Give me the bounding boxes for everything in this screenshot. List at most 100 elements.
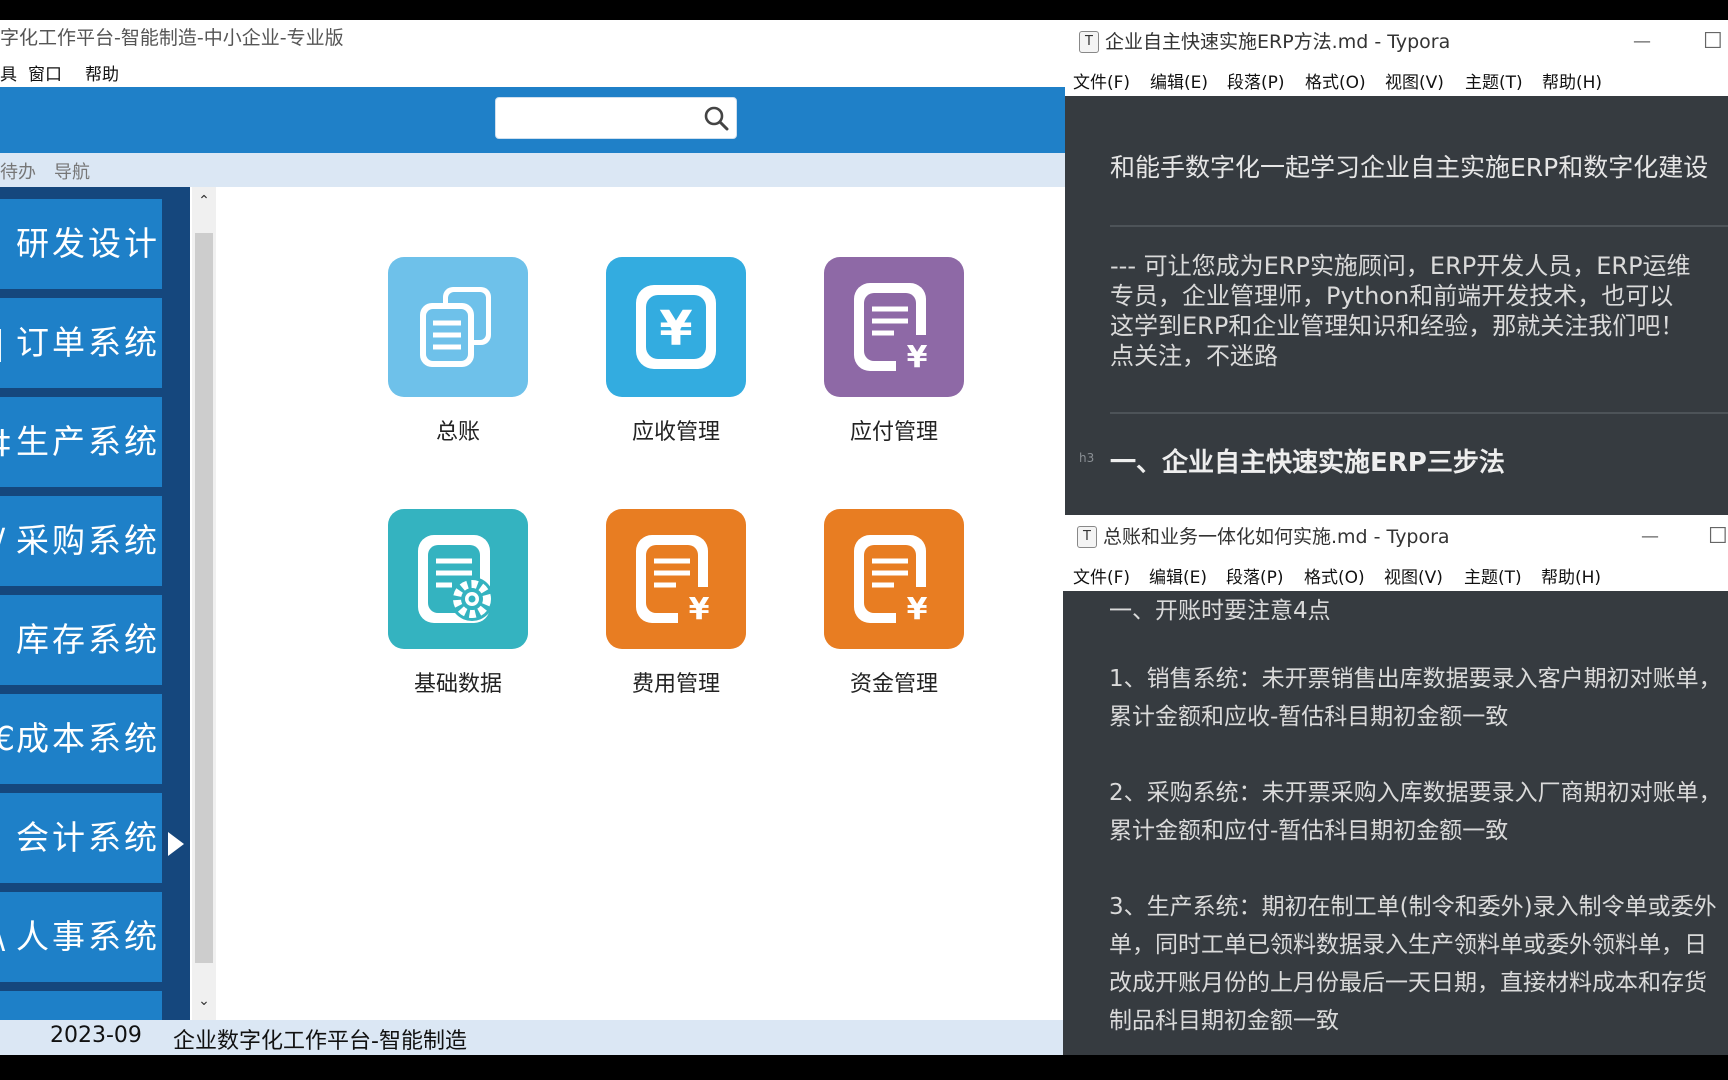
menu-theme[interactable]: 主题(T) bbox=[1464, 563, 1522, 588]
doc-line: 1、销售系统：未开票销售出库数据要录入客户期初对账单， bbox=[1109, 666, 1722, 692]
svg-text:¥: ¥ bbox=[907, 340, 928, 375]
module-payables[interactable]: ¥ bbox=[824, 257, 964, 397]
module-label: 应付管理 bbox=[849, 420, 938, 445]
bill-yuan-icon: ¥ bbox=[854, 283, 936, 375]
divider bbox=[1110, 225, 1728, 227]
module-receivables[interactable]: ¥ bbox=[606, 257, 746, 397]
menu-edit[interactable]: 编辑(E) bbox=[1150, 68, 1208, 93]
menu-view[interactable]: 视图(V) bbox=[1385, 68, 1444, 93]
sidebar-item-label: 会计系统 bbox=[16, 818, 160, 857]
typora1-title: 企业自主快速实施ERP方法.md - Typora bbox=[1105, 31, 1451, 53]
svg-text:¥: ¥ bbox=[659, 301, 692, 357]
menu-file[interactable]: 文件(F) bbox=[1073, 68, 1130, 93]
search-icon[interactable] bbox=[702, 104, 730, 132]
doc-line: 2、采购系统：未开票采购入库数据要录入厂商期初对账单， bbox=[1109, 780, 1722, 806]
doc-heading: 和能手数字化一起学习企业自主实施ERP和数字化建设 bbox=[1110, 153, 1709, 182]
yuan-icon: ¥ bbox=[636, 285, 716, 369]
minimize-icon[interactable]: — bbox=[1633, 20, 1651, 64]
doc-line: 3、生产系统：期初在制工单(制令和委外)录入制令单或委外 bbox=[1109, 894, 1717, 920]
documents-icon bbox=[420, 287, 491, 367]
menu-help[interactable]: 帮助 bbox=[85, 60, 119, 85]
menu-window[interactable]: 窗口 bbox=[28, 60, 62, 85]
sidebar-item-accounting[interactable]: 会计系统 bbox=[0, 793, 162, 883]
status-platform: 企业数字化工作平台-智能制造 bbox=[173, 1029, 467, 1054]
sidebar-item-more[interactable] bbox=[0, 991, 162, 1020]
typora-window-2: T 总账和业务一体化如何实施.md - Typora — ☐ 文件(F) 编辑(… bbox=[1063, 515, 1728, 1055]
sidebar-item-cost[interactable]: € 成本系统 bbox=[0, 694, 162, 784]
tab-todo[interactable]: 待办 bbox=[0, 158, 36, 184]
module-label: 费用管理 bbox=[631, 672, 720, 697]
menu-tools[interactable]: 具 bbox=[0, 60, 17, 85]
status-bar: 2023-09 企业数字化工作平台-智能制造 bbox=[0, 1020, 1065, 1055]
typora-app-icon: T bbox=[1079, 31, 1099, 53]
module-label: 基础数据 bbox=[413, 672, 502, 697]
minimize-icon[interactable]: — bbox=[1641, 515, 1659, 559]
divider bbox=[1110, 412, 1728, 414]
sidebar-item-rnd[interactable]: 研发设计 bbox=[0, 199, 162, 289]
module-general-ledger[interactable] bbox=[388, 257, 528, 397]
menu-edit[interactable]: 编辑(E) bbox=[1149, 563, 1207, 588]
menu-paragraph[interactable]: 段落(P) bbox=[1226, 563, 1284, 588]
tab-navigation[interactable]: 导航 bbox=[54, 158, 90, 184]
status-date: 2023-09 bbox=[50, 1023, 142, 1048]
sidebar-item-label: 研发设计 bbox=[16, 224, 160, 263]
menu-help[interactable]: 帮助(H) bbox=[1542, 68, 1602, 93]
module-label: 总账 bbox=[435, 420, 480, 445]
menu-format[interactable]: 格式(O) bbox=[1304, 563, 1365, 588]
menu-file[interactable]: 文件(F) bbox=[1073, 563, 1130, 588]
scroll-down-icon[interactable]: ⌄ bbox=[192, 993, 216, 1009]
menu-theme[interactable]: 主题(T) bbox=[1465, 68, 1523, 93]
sidebar-item-hr[interactable]: \人事系统 bbox=[0, 892, 162, 982]
erp-tabbar: 待办 导航 bbox=[0, 153, 1065, 187]
search-input[interactable] bbox=[495, 97, 737, 139]
erp-window: 字化工作平台-智能制造-中小企业-专业版 具 窗口 帮助 待办 导航 研发设计 … bbox=[0, 20, 1065, 1055]
typora-app-icon: T bbox=[1077, 526, 1097, 548]
menu-paragraph[interactable]: 段落(P) bbox=[1227, 68, 1285, 93]
module-master-data[interactable] bbox=[388, 509, 528, 649]
sidebar-item-inventory[interactable]: 库存系统 bbox=[0, 595, 162, 685]
sidebar-item-orders[interactable]: |订单系统 bbox=[0, 298, 162, 388]
menu-view[interactable]: 视图(V) bbox=[1384, 563, 1443, 588]
doc-line: 一、开账时要注意4点 bbox=[1109, 598, 1331, 624]
typora2-menubar: 文件(F) 编辑(E) 段落(P) 格式(O) 视图(V) 主题(T) 帮助(H… bbox=[1063, 559, 1728, 591]
sidebar-item-purchasing[interactable]: /采购系统 bbox=[0, 496, 162, 586]
module-expenses[interactable]: ¥ bbox=[606, 509, 746, 649]
heading-marker: h3 bbox=[1079, 451, 1095, 465]
sidebar-item-label: 生产系统 bbox=[16, 422, 160, 461]
typora2-titlebar: T 总账和业务一体化如何实施.md - Typora — ☐ bbox=[1063, 515, 1728, 559]
sidebar-scrollbar[interactable]: ⌃ ⌄ bbox=[192, 187, 216, 1020]
bill-yuan-icon: ¥ bbox=[636, 535, 718, 627]
scroll-thumb[interactable] bbox=[195, 233, 213, 963]
sidebar-item-label: 人事系统 bbox=[16, 917, 160, 956]
sidebar-item-label: 库存系统 bbox=[16, 620, 160, 659]
gear-doc-icon bbox=[418, 535, 494, 623]
typora1-titlebar: T 企业自主快速实施ERP方法.md - Typora — ☐ bbox=[1065, 20, 1728, 64]
scroll-up-icon[interactable]: ⌃ bbox=[192, 193, 216, 209]
bill-yuan-icon: ¥ bbox=[854, 535, 936, 627]
erp-window-title: 字化工作平台-智能制造-中小企业-专业版 bbox=[0, 20, 1065, 56]
module-label: 应收管理 bbox=[631, 420, 720, 445]
doc-line: 制品科目期初金额一致 bbox=[1109, 1008, 1339, 1034]
maximize-icon[interactable]: ☐ bbox=[1708, 515, 1728, 559]
sidebar-item-label: 采购系统 bbox=[16, 521, 160, 560]
typora-window-1: T 企业自主快速实施ERP方法.md - Typora — ☐ 文件(F) 编辑… bbox=[1065, 20, 1728, 515]
typora1-menubar: 文件(F) 编辑(E) 段落(P) 格式(O) 视图(V) 主题(T) 帮助(H… bbox=[1065, 64, 1728, 96]
doc-line: 单，同时工单已领料数据录入生产领料单或委外领料单，日 bbox=[1109, 932, 1707, 958]
module-funds[interactable]: ¥ bbox=[824, 509, 964, 649]
typora2-editor[interactable]: 一、开账时要注意4点 1、销售系统：未开票销售出库数据要录入客户期初对账单， 累… bbox=[1063, 591, 1728, 1055]
doc-line: 累计金额和应收-暂估科目期初金额一致 bbox=[1109, 704, 1509, 730]
menu-help[interactable]: 帮助(H) bbox=[1541, 563, 1601, 588]
module-grid: 总账 ¥ 应收管理 ¥ 应付管理 基础数据 ¥ 费用管理 ¥ 资金管理 bbox=[216, 187, 1065, 1020]
menu-format[interactable]: 格式(O) bbox=[1305, 68, 1366, 93]
doc-section-heading: 一、企业自主快速实施ERP三步法 bbox=[1110, 448, 1505, 478]
module-label: 资金管理 bbox=[849, 672, 938, 697]
doc-paragraph: --- 可让您成为ERP实施顾问，ERP开发人员，ERP运维 专员，企业管理师，… bbox=[1110, 252, 1691, 370]
svg-text:¥: ¥ bbox=[689, 592, 710, 627]
sidebar-item-production[interactable]: ‡生产系统 bbox=[0, 397, 162, 487]
sidebar-item-label: 成本系统 bbox=[16, 719, 160, 758]
doc-line: 累计金额和应付-暂估科目期初金额一致 bbox=[1109, 818, 1509, 844]
typora1-editor[interactable]: 和能手数字化一起学习企业自主实施ERP和数字化建设 --- 可让您成为ERP实施… bbox=[1065, 96, 1728, 515]
expand-arrow-icon[interactable] bbox=[168, 832, 184, 856]
sidebar: 研发设计 |订单系统 ‡生产系统 /采购系统 库存系统 €成本系统 会计系统 \… bbox=[0, 187, 190, 1020]
maximize-icon[interactable]: ☐ bbox=[1703, 20, 1723, 64]
